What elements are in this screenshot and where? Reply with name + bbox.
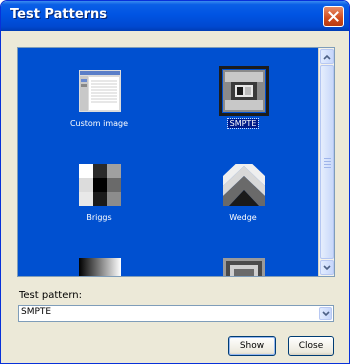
pattern-item-smpte[interactable]: SMPTE <box>168 66 318 140</box>
pattern-item-wedge[interactable]: Wedge <box>168 164 318 234</box>
window-title: Test Patterns <box>10 7 108 22</box>
scroll-up-button[interactable] <box>320 49 334 64</box>
frame-thumbnail <box>223 258 265 276</box>
pattern-label: Wedge <box>229 213 257 222</box>
pattern-list-scrollbar[interactable] <box>318 48 334 276</box>
scroll-thumb[interactable] <box>320 65 334 259</box>
pattern-item-gradient[interactable] <box>24 258 174 276</box>
wedge-thumbnail <box>223 164 265 206</box>
close-window-button[interactable] <box>323 6 344 27</box>
pattern-list[interactable]: Custom image SMPTE Briggs Wedge <box>17 47 335 277</box>
test-pattern-dropdown[interactable]: SMPTE <box>18 305 334 322</box>
pattern-label: Custom image <box>69 119 129 128</box>
pattern-item-custom-image[interactable]: Custom image <box>24 70 174 140</box>
pattern-item-frame[interactable] <box>168 258 318 276</box>
chevron-down-icon <box>321 310 330 316</box>
scroll-down-button[interactable] <box>320 260 334 275</box>
chevron-up-icon <box>323 54 331 60</box>
close-button[interactable]: Close <box>288 336 334 356</box>
test-patterns-dialog: Test Patterns Custom image SMPTE Briggs … <box>0 0 350 364</box>
pattern-item-briggs[interactable]: Briggs <box>24 164 174 234</box>
title-bar[interactable]: Test Patterns <box>1 1 349 31</box>
smpte-thumbnail <box>219 66 269 116</box>
chevron-down-icon <box>323 264 331 270</box>
pattern-label: SMPTE <box>226 118 260 129</box>
close-icon <box>328 11 339 22</box>
dropdown-arrow-button[interactable] <box>319 307 332 320</box>
pattern-label: Briggs <box>86 213 112 222</box>
custom-image-thumbnail <box>79 70 121 112</box>
test-pattern-value: SMPTE <box>21 307 52 317</box>
test-pattern-label: Test pattern: <box>19 290 82 301</box>
show-button[interactable]: Show <box>228 336 276 356</box>
briggs-thumbnail <box>79 164 121 206</box>
gradient-thumbnail <box>79 258 121 276</box>
